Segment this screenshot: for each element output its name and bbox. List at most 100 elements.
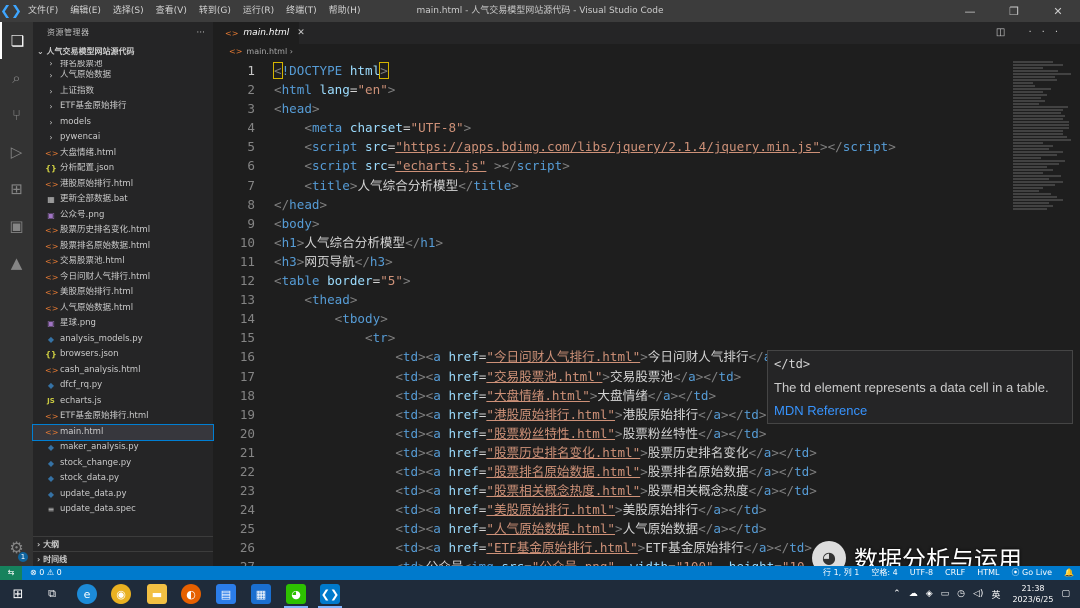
code-token: script xyxy=(842,139,889,155)
file-item[interactable]: <> 今日问财人气排行.html xyxy=(33,270,213,286)
file-item[interactable]: ◆ update_data.py xyxy=(33,487,213,503)
code-text: <tbody> xyxy=(274,309,388,328)
file-item[interactable]: <> 交易股票池.html xyxy=(33,254,213,270)
folder-item[interactable]: › pywencai xyxy=(33,130,213,146)
chevron-up-icon[interactable]: ⌃ xyxy=(893,589,901,599)
close-button[interactable]: ✕ xyxy=(1036,0,1080,22)
file-item[interactable]: <> main.html xyxy=(32,423,214,441)
file-item[interactable]: ≡ update_data.spec xyxy=(33,502,213,518)
status-item[interactable]: 🔔 xyxy=(1064,566,1074,580)
menu-item[interactable]: 终端(T) xyxy=(280,0,323,22)
code-token: < xyxy=(395,444,403,460)
explorer-icon[interactable]: ❏ xyxy=(0,22,33,59)
clock[interactable]: 21:38 2023/6/25 xyxy=(1012,583,1053,605)
line-number: 19 xyxy=(239,406,255,422)
editor-scrollbar[interactable] xyxy=(1073,61,1080,566)
extensions-icon[interactable]: ⊞ xyxy=(0,170,33,207)
mdn-reference-link[interactable]: MDN Reference xyxy=(774,403,1066,419)
file-item[interactable]: <> 大盘情绪.html xyxy=(33,146,213,162)
app-icon-1[interactable]: ▤ xyxy=(216,584,236,604)
file-item[interactable]: <> ETF基金原始排行.html xyxy=(33,409,213,425)
ime-indicator[interactable]: 英 xyxy=(991,588,1000,601)
menu-item[interactable]: 查看(V) xyxy=(150,0,193,22)
minimize-button[interactable]: — xyxy=(948,0,992,22)
menu-item[interactable]: 帮助(H) xyxy=(323,0,367,22)
source-control-icon[interactable]: ⑂ xyxy=(0,96,33,133)
menu-item[interactable]: 选择(S) xyxy=(107,0,150,22)
file-item[interactable]: ◆ analysis_models.py xyxy=(33,332,213,348)
tab-close-icon[interactable]: ✕ xyxy=(297,28,305,38)
file-item[interactable]: JS echarts.js xyxy=(33,394,213,410)
code-token: html xyxy=(342,63,381,78)
vscode-taskbar-icon[interactable]: ❮❯ xyxy=(320,584,340,604)
file-item[interactable]: {} 分析配置.json xyxy=(33,161,213,177)
file-item[interactable]: ◆ maker_analysis.py xyxy=(33,440,213,456)
tab-main-html[interactable]: <> main.html ✕ xyxy=(213,22,305,44)
status-item[interactable]: CRLF xyxy=(945,566,965,580)
file-item[interactable]: ◆ stock_change.py xyxy=(33,456,213,472)
code-token: "港股原始排行.html" xyxy=(486,406,616,422)
firefox-icon[interactable]: ◐ xyxy=(181,584,201,604)
status-item[interactable]: 行 1, 列 1 xyxy=(823,566,859,580)
code-token: td xyxy=(402,368,419,384)
file-item[interactable]: ▦ 更新全部数据.bat xyxy=(33,192,213,208)
menu-item[interactable]: 转到(G) xyxy=(193,0,237,22)
search-icon[interactable]: ⌕ xyxy=(0,59,33,96)
file-item[interactable]: <> 股票历史排名变化.html xyxy=(33,223,213,239)
file-item[interactable]: <> 美股原始排行.html xyxy=(33,285,213,301)
cloud-icon[interactable]: ☁ xyxy=(909,589,918,599)
wechat-icon[interactable]: ◕ xyxy=(286,584,306,604)
edge-browser-icon[interactable]: e xyxy=(77,584,97,604)
chrome-browser-icon[interactable]: ◉ xyxy=(111,584,131,604)
folder-item[interactable]: › 人气原始数据 xyxy=(33,68,213,84)
code-editor[interactable]: 1 <!DOCTYPE html> 2 <html lang="en"> 3 <head>… xyxy=(213,61,1013,566)
file-item[interactable]: <> 港股原始排行.html xyxy=(33,177,213,193)
file-item[interactable]: ◆ stock_data.py xyxy=(33,471,213,487)
windows-start-icon[interactable]: ⊞ xyxy=(8,584,28,604)
problems-indicator[interactable]: ⊗ 0 ⚠ 0 xyxy=(30,566,62,580)
menu-item[interactable]: 文件(F) xyxy=(22,0,64,22)
remote-explorer-icon[interactable]: ▣ xyxy=(0,207,33,244)
folder-item[interactable]: › 排名股票池 xyxy=(33,60,213,68)
code-token: html xyxy=(281,82,312,98)
status-item[interactable]: 空格: 4 xyxy=(871,566,897,580)
task-view-icon[interactable]: ⧉ xyxy=(42,584,62,604)
restore-button[interactable]: ❐ xyxy=(992,0,1036,22)
code-token: td xyxy=(402,463,419,479)
folder-item[interactable]: › 上证指数 xyxy=(33,84,213,100)
volume-icon[interactable]: ◁) xyxy=(973,589,983,599)
outline-section[interactable]: › 大纲 xyxy=(33,536,213,551)
file-item[interactable]: ▣ 公众号.png xyxy=(33,208,213,224)
manage-gear-icon[interactable]: ⚙ xyxy=(0,532,33,562)
file-item[interactable]: <> 股票排名原始数据.html xyxy=(33,239,213,255)
network-icon[interactable]: ◷ xyxy=(957,589,965,599)
remote-indicator-icon[interactable]: ⇆ xyxy=(0,566,22,580)
status-item[interactable]: HTML xyxy=(977,566,999,580)
file-item[interactable]: {} browsers.json xyxy=(33,347,213,363)
sidebar-more-icon[interactable]: ··· xyxy=(196,22,205,44)
workspace-folder[interactable]: ⌄ 人气交易模型网站源代码 xyxy=(33,44,213,60)
security-icon[interactable]: ◈ xyxy=(926,589,933,599)
file-item-label: 排名股票池 xyxy=(60,60,103,68)
file-explorer-icon[interactable]: ▬ xyxy=(147,584,167,604)
minimap[interactable] xyxy=(1013,61,1073,321)
notification-icon[interactable]: ▢ xyxy=(1061,589,1070,599)
status-item[interactable]: ⦿ Go Live xyxy=(1012,566,1053,580)
menu-item[interactable]: 运行(R) xyxy=(237,0,280,22)
timeline-section[interactable]: › 时间线 xyxy=(33,551,213,566)
file-item[interactable]: ▣ 星球.png xyxy=(33,316,213,332)
folder-item[interactable]: › ETF基金原始排行 xyxy=(33,99,213,115)
status-item[interactable]: UTF-8 xyxy=(910,566,933,580)
file-item[interactable]: ◆ dfcf_rq.py xyxy=(33,378,213,394)
app-icon-2[interactable]: ▦ xyxy=(251,584,271,604)
file-item[interactable]: <> 人气原始数据.html xyxy=(33,301,213,317)
file-item-label: dfcf_rq.py xyxy=(60,380,103,390)
tablet-icon[interactable]: ▭ xyxy=(941,589,950,599)
file-item[interactable]: <> cash_analysis.html xyxy=(33,363,213,379)
folder-item[interactable]: › models xyxy=(33,115,213,131)
azure-icon[interactable]: ▲ xyxy=(0,244,33,281)
breadcrumb[interactable]: <> main.html › xyxy=(213,44,1080,60)
run-debug-icon[interactable]: ▷ xyxy=(0,133,33,170)
editor-actions[interactable]: ◫ ··· xyxy=(996,22,1068,44)
menu-item[interactable]: 编辑(E) xyxy=(64,0,107,22)
